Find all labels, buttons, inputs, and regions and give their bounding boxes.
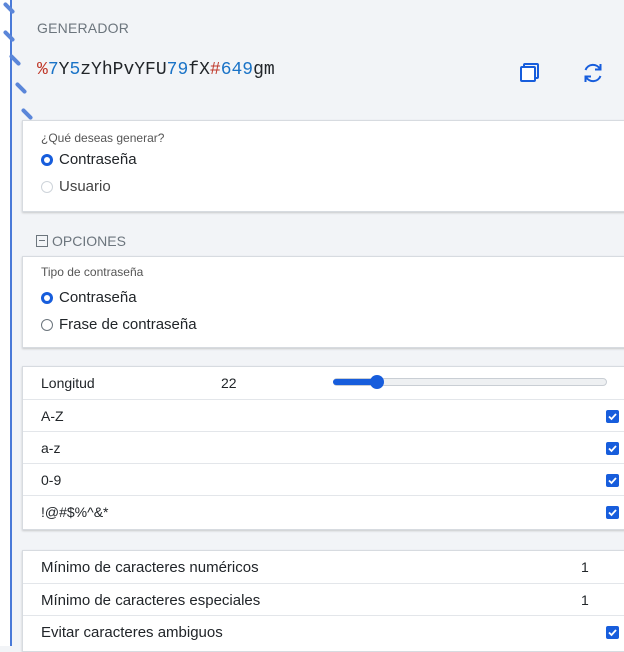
password-segment: 5 [69,60,81,80]
password-segment: 79 [166,60,189,80]
radio-option-passphrase[interactable]: Frase de contraseña [41,316,197,333]
charset-label: a-z [41,440,61,456]
password-segment: 649 [220,60,254,80]
radio-unselected-icon[interactable] [41,180,53,193]
length-row: Longitud 22 [23,367,624,399]
password-segment: fX [188,60,210,80]
minimums-card: Mínimo de caracteres numéricos 1 Mínimo … [22,550,624,652]
min-numeric-label: Mínimo de caracteres numéricos [41,558,259,576]
edge-decoration [0,0,40,140]
password-segment: gm [253,60,275,80]
checkbox-checked-icon[interactable] [606,505,619,519]
charset-row-uppercase: A-Z [23,399,624,432]
password-segment: # [209,60,221,80]
copy-button[interactable] [518,60,544,86]
length-slider-thumb[interactable] [369,375,384,389]
collapse-icon [36,235,48,247]
charset-label: !@#$%^&* [41,504,109,520]
charset-row-lowercase: a-z [23,431,624,464]
length-label: Longitud [41,375,95,391]
copy-icon [520,63,539,82]
checkbox-checked-icon[interactable] [606,409,619,423]
min-numeric-row: Mínimo de caracteres numéricos 1 [23,551,624,583]
password-segment: 7 [47,60,59,80]
charset-label: A-Z [41,408,64,424]
charset-row-special: !@#$%^&* [23,495,624,528]
options-label: OPCIONES [52,233,126,249]
min-special-value[interactable]: 1 [581,592,589,608]
password-type-card: Tipo de contraseña Contraseña Frase de c… [22,256,624,348]
generate-type-label: ¿Qué deseas generar? [41,131,165,145]
min-numeric-value[interactable]: 1 [581,559,589,575]
radio-option-password[interactable]: Contraseña [41,289,137,306]
radio-option-username[interactable]: Usuario [41,178,111,195]
radio-label: Contraseña [59,151,137,168]
avoid-ambiguous-label: Evitar caracteres ambiguos [41,623,223,641]
radio-selected-icon[interactable] [41,153,53,166]
length-charset-card: Longitud 22 A-Z a-z 0-9 !@#$%^&* [22,366,624,530]
charset-row-numbers: 0-9 [23,463,624,496]
avoid-ambiguous-row: Evitar caracteres ambiguos [23,615,624,648]
generate-type-card: ¿Qué deseas generar? Contraseña Usuario [22,120,624,212]
charset-label: 0-9 [41,472,62,488]
min-special-row: Mínimo de caracteres especiales 1 [23,583,624,616]
password-segment: Y [58,60,70,80]
generator-title: GENERADOR [37,20,130,36]
radio-unselected-icon[interactable] [41,318,53,331]
options-toggle[interactable]: OPCIONES [36,233,126,249]
password-segment: % [37,60,48,80]
checkbox-checked-icon[interactable] [606,441,619,455]
refresh-icon [584,63,602,83]
length-value[interactable]: 22 [221,375,237,391]
regenerate-button[interactable] [580,60,606,86]
min-special-label: Mínimo de caracteres especiales [41,591,261,609]
radio-label: Contraseña [59,289,137,306]
generated-password[interactable]: %7Y5zYhPvYFU79fX#649gm [37,60,275,80]
radio-selected-icon[interactable] [41,291,53,304]
radio-label: Frase de contraseña [59,316,197,333]
radio-option-password[interactable]: Contraseña [41,151,137,168]
checkbox-checked-icon[interactable] [606,625,619,639]
password-segment: zYhPvYFU [80,60,167,80]
password-type-label: Tipo de contraseña [41,265,144,279]
radio-label: Usuario [59,178,111,195]
checkbox-checked-icon[interactable] [606,473,619,487]
